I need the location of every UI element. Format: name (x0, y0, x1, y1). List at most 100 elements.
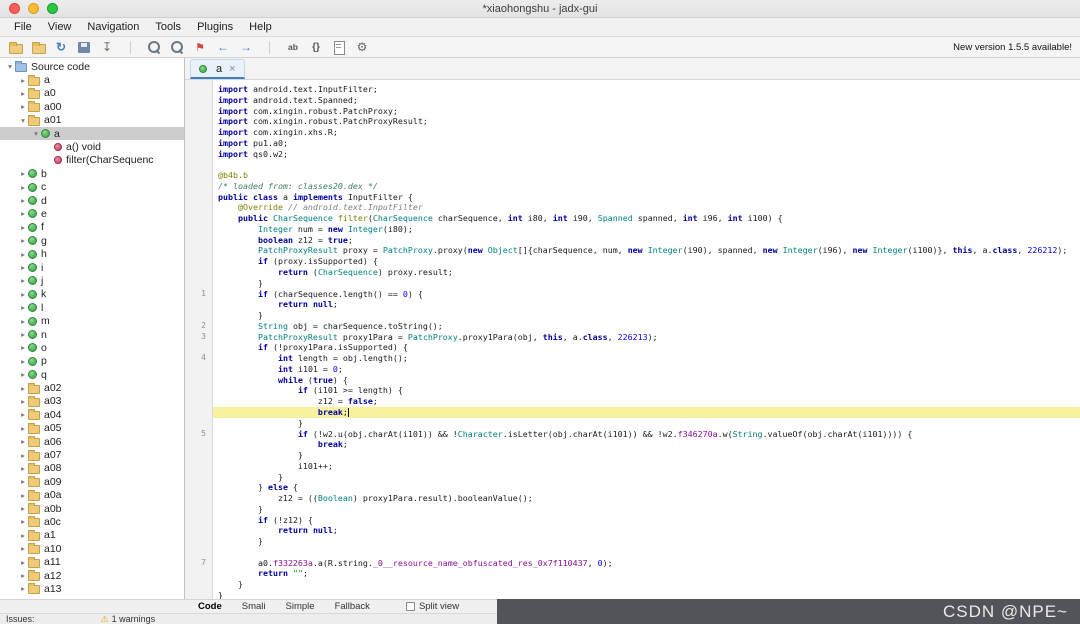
add-files-icon[interactable] (31, 40, 46, 54)
tab-close-icon[interactable]: × (229, 63, 235, 75)
code-line[interactable]: public CharSequence filter(CharSequence … (185, 213, 1080, 224)
expand-icon[interactable]: ▸ (18, 517, 28, 526)
code-line[interactable]: return (CharSequence) proxy.result; (185, 267, 1080, 278)
tree-item-k[interactable]: ▸ k (0, 288, 184, 301)
expand-icon[interactable]: ▸ (18, 290, 28, 299)
tree-item-a05[interactable]: ▸ a05 (0, 422, 184, 435)
menu-help[interactable]: Help (241, 18, 280, 37)
expand-icon[interactable]: ▸ (18, 504, 28, 513)
expand-icon[interactable]: ▸ (18, 89, 28, 98)
code-line[interactable]: import android.text.InputFilter; (185, 84, 1080, 95)
code-line[interactable]: import com.xingin.robust.PatchProxy; (185, 106, 1080, 117)
tree-item-a0c[interactable]: ▸ a0c (0, 515, 184, 528)
tree-item-a01[interactable]: ▾ a01 (0, 114, 184, 127)
code-line[interactable]: import qs0.w2; (185, 149, 1080, 160)
code-line[interactable]: if (i101 >= length) { (185, 385, 1080, 396)
bookmark-flag-icon[interactable]: ⚑ (193, 40, 207, 54)
tree-item-b[interactable]: ▸ b (0, 167, 184, 180)
expand-icon[interactable]: ▸ (18, 209, 28, 218)
expand-icon[interactable]: ▸ (18, 236, 28, 245)
code-line[interactable]: if (!z12) { (185, 515, 1080, 526)
code-line[interactable]: break; (185, 439, 1080, 450)
code-line[interactable]: import android.text.Spanned; (185, 95, 1080, 106)
expand-icon[interactable]: ▸ (18, 317, 28, 326)
expand-icon[interactable]: ▸ (18, 410, 28, 419)
tree-item-g[interactable]: ▸ g (0, 234, 184, 247)
menu-navigation[interactable]: Navigation (79, 18, 147, 37)
code-line[interactable]: } (185, 418, 1080, 429)
code-line[interactable]: while (true) { (185, 375, 1080, 386)
code-line[interactable]: } (185, 590, 1080, 599)
expand-icon[interactable]: ▸ (18, 424, 28, 433)
expand-icon[interactable]: ▸ (18, 183, 28, 192)
code-line[interactable]: return null; (185, 299, 1080, 310)
back-icon[interactable]: ← (216, 40, 230, 54)
expand-icon[interactable]: ▸ (18, 464, 28, 473)
expand-icon[interactable]: ▸ (18, 169, 28, 178)
tree-item-a00[interactable]: ▸ a00 (0, 100, 184, 113)
editor-tab-a[interactable]: a × (190, 59, 245, 79)
code-line[interactable]: } (185, 278, 1080, 289)
expand-icon[interactable]: ▸ (18, 276, 28, 285)
code-line[interactable]: 2 String obj = charSequence.toString(); (185, 321, 1080, 332)
zoom-window-button[interactable] (47, 3, 58, 14)
tree-item-a04[interactable]: ▸ a04 (0, 408, 184, 421)
tree-item-m[interactable]: ▸ m (0, 314, 184, 327)
tree-item-e[interactable]: ▸ e (0, 207, 184, 220)
menu-tools[interactable]: Tools (147, 18, 189, 37)
tree-item-a1[interactable]: ▸ a1 (0, 529, 184, 542)
view-tab-code[interactable]: Code (188, 601, 232, 612)
code-line[interactable] (185, 547, 1080, 558)
preferences-icon[interactable]: ⚙ (355, 40, 369, 54)
code-line[interactable]: if (proxy.isSupported) { (185, 256, 1080, 267)
forward-icon[interactable]: → (239, 40, 253, 54)
inline-methods-icon[interactable]: {} (309, 40, 323, 54)
collapse-icon[interactable]: ▾ (18, 116, 28, 125)
tree-item-a-void[interactable]: a() void (0, 140, 184, 153)
tree-item-a0b[interactable]: ▸ a0b (0, 502, 184, 515)
expand-icon[interactable]: ▸ (18, 397, 28, 406)
expand-icon[interactable]: ▸ (18, 250, 28, 259)
tree-item-a03[interactable]: ▸ a03 (0, 395, 184, 408)
expand-icon[interactable]: ▸ (18, 384, 28, 393)
tree-item-a12[interactable]: ▸ a12 (0, 569, 184, 582)
split-view-toggle[interactable]: Split view (405, 601, 459, 612)
code-line[interactable]: @b4b.b (185, 170, 1080, 181)
tree-item-d[interactable]: ▸ d (0, 194, 184, 207)
tree-item-a08[interactable]: ▸ a08 (0, 462, 184, 475)
code-line[interactable]: } else { (185, 482, 1080, 493)
tree-item-a13[interactable]: ▸ a13 (0, 582, 184, 595)
tree-item-p[interactable]: ▸ p (0, 355, 184, 368)
view-tab-simple[interactable]: Simple (276, 601, 325, 612)
code-line[interactable]: @Override // android.text.InputFilter (185, 202, 1080, 213)
tree-item-a11[interactable]: ▸ a11 (0, 555, 184, 568)
code-line[interactable]: import pu1.a0; (185, 138, 1080, 149)
expand-icon[interactable]: ▸ (18, 477, 28, 486)
code-line[interactable]: } (185, 450, 1080, 461)
tree-item-l[interactable]: ▸ l (0, 301, 184, 314)
code-line[interactable]: /* loaded from: classes20.dex */ (185, 181, 1080, 192)
code-line[interactable]: z12 = ((Boolean) proxy1Para.result).bool… (185, 493, 1080, 504)
tree-item-a0[interactable]: ▸ a0 (0, 87, 184, 100)
code-line[interactable]: boolean z12 = true; (185, 235, 1080, 246)
expand-icon[interactable]: ▸ (18, 558, 28, 567)
reload-icon[interactable]: ↻ (54, 40, 68, 54)
code-line[interactable]: 7 a0.f332263a.a(R.string._0__resource_na… (185, 558, 1080, 569)
code-line[interactable]: z12 = false; (185, 396, 1080, 407)
expand-icon[interactable]: ▸ (18, 544, 28, 553)
code-line[interactable]: 5 if (!w2.u(obj.charAt(i101)) && !Charac… (185, 429, 1080, 440)
log-viewer-icon[interactable] (332, 40, 346, 55)
tree-item-h[interactable]: ▸ h (0, 247, 184, 260)
tree-item-a0a[interactable]: ▸ a0a (0, 489, 184, 502)
tree-item-filter-charsequenc[interactable]: filter(CharSequenc (0, 154, 184, 167)
expand-icon[interactable]: ▸ (18, 330, 28, 339)
close-window-button[interactable] (9, 3, 20, 14)
tree-item-a06[interactable]: ▸ a06 (0, 435, 184, 448)
expand-icon[interactable]: ▸ (18, 531, 28, 540)
code-line-highlighted[interactable]: break; (185, 406, 1080, 418)
menu-plugins[interactable]: Plugins (189, 18, 241, 37)
tree-item-a10[interactable]: ▸ a10 (0, 542, 184, 555)
menu-file[interactable]: File (6, 18, 40, 37)
code-line[interactable]: } (185, 310, 1080, 321)
code-line[interactable]: PatchProxyResult proxy = PatchProxy.prox… (185, 245, 1080, 256)
